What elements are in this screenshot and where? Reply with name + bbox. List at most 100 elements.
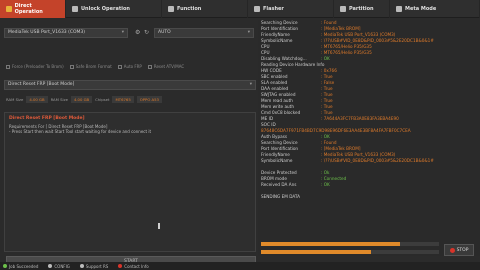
log-value: : True — [321, 92, 333, 97]
log-value: : OK — [321, 56, 330, 61]
tab-label: Partition — [349, 6, 374, 12]
log-value: : True — [321, 98, 333, 103]
progress-bar-2 — [261, 250, 439, 254]
log-key: SENDING EM DATA — [261, 194, 300, 199]
operation-select[interactable]: Direct Reset FRP [Boot Mode] ▾ — [4, 80, 256, 90]
operation-panel: Direct Reset FRP [Boot Mode] Requirement… — [4, 112, 256, 252]
partition-icon — [340, 6, 346, 12]
status-bar: Job Succeeded CONFIG Support RS Contact … — [0, 262, 480, 270]
checkbox-box — [6, 64, 10, 69]
status-job: Job Succeeded — [3, 264, 38, 269]
status-dot-icon — [3, 264, 7, 268]
stop-button[interactable]: STOP — [444, 244, 474, 256]
tab-function[interactable]: Function — [162, 0, 248, 18]
log-value: : True — [321, 86, 333, 91]
info-value: 4.00 GB — [26, 96, 48, 103]
contact-icon — [118, 264, 123, 268]
gear-icon — [168, 6, 174, 12]
info-value: OPPO A53 — [136, 96, 162, 103]
info-value: 4.00 GB — [70, 96, 93, 103]
checkbox-force[interactable]: Force (Preloader To Brom) — [6, 64, 64, 69]
tab-label: Function — [177, 6, 202, 12]
lightning-icon — [6, 6, 12, 12]
settings-icon[interactable]: ⚙ — [135, 30, 141, 36]
checkbox-label: Safe Brom Format — [75, 64, 112, 69]
status-label: Support RS — [85, 263, 109, 269]
log-value: : \??\USB#VID_0E8D&PID_0003#5&2E20DC1B&0… — [321, 38, 434, 43]
tab-meta-mode[interactable]: Meta Mode — [390, 0, 480, 18]
checkbox-label: Auto FRP — [123, 64, 142, 69]
checkbox-box — [117, 64, 122, 69]
checkbox-label: Reset ATV/MAC — [153, 64, 185, 69]
config-icon — [48, 264, 53, 268]
checkbox-box — [69, 64, 74, 69]
status-label: Contact Info — [124, 263, 149, 269]
progress-bar-1 — [261, 242, 439, 246]
progress-fill — [261, 250, 372, 254]
mouse-cursor — [158, 223, 160, 229]
tab-label: Meta Mode — [405, 6, 437, 12]
status-contact[interactable]: Contact Info — [118, 263, 149, 269]
status-support[interactable]: Support RS — [79, 263, 109, 269]
chevron-down-icon: ▾ — [121, 30, 124, 35]
tab-partition[interactable]: Partition — [334, 0, 390, 18]
log-value: : 0x766 — [321, 68, 337, 73]
support-icon — [79, 264, 84, 268]
log-value: : Connected — [321, 176, 347, 181]
log-value: : [MediaTek BROM] — [321, 146, 361, 151]
status-label: Job Succeeded — [9, 263, 39, 269]
checkbox-box — [147, 64, 152, 69]
log-value: : True — [321, 74, 333, 79]
device-info-row: RAM Size 4.00 GB RAM Size 4.00 GB Chipset M… — [6, 96, 162, 103]
refresh-icon[interactable]: ↻ — [144, 30, 150, 36]
log-value: : True — [321, 104, 333, 109]
mode-select-value: AUTO — [158, 30, 171, 35]
log-value: : OK — [321, 182, 330, 187]
log-value: : MediaTek USB Port_V1633 (COM3) — [321, 152, 396, 157]
log-value: : 7A644A3FC7FB3A0E83FA3EBA4E90 — [321, 116, 399, 121]
info-label: RAM Size — [6, 97, 24, 102]
mode-select[interactable]: AUTO ▾ — [154, 28, 254, 38]
checkbox-safe-format[interactable]: Safe Brom Format — [69, 64, 112, 69]
operation-select-value: Direct Reset FRP [Boot Mode] — [8, 82, 75, 87]
log-value: : MT6765/Helio P35/G35 — [321, 44, 372, 49]
log-value: : Found — [321, 20, 337, 25]
log-pane: Searching Device: Found Port Identificati… — [258, 20, 480, 256]
chip-icon — [396, 6, 402, 12]
lock-icon — [72, 6, 78, 12]
tab-label: Direct Operation — [14, 3, 43, 15]
flash-icon — [254, 6, 260, 12]
tab-label: Flasher — [263, 6, 284, 12]
panel-line: - Press Start then wait Start Tool start… — [9, 129, 152, 134]
tab-unlock-operation[interactable]: Unlock Operation — [66, 0, 162, 18]
log-value: 87648C6DA7F971FB4BD7C9D98E96DF6E3AA4E3BF… — [261, 128, 411, 133]
checkbox-auto-frp[interactable]: Auto FRP — [117, 64, 142, 69]
left-pane: MediaTek USB Port_V1633 (COM3) ▾ ⚙ ↻ AUT… — [2, 20, 258, 268]
log-output: Searching Device: Found Port Identificati… — [261, 20, 479, 200]
progress-fill — [261, 242, 400, 246]
log-value: : MT6765/Helio P35/G35 — [321, 50, 372, 55]
tab-direct-operation[interactable]: Direct Operation — [0, 0, 66, 18]
panel-title: Direct Reset FRP [Boot Mode] — [9, 116, 85, 121]
log-line: SENDING EM DATA — [261, 194, 479, 200]
port-select[interactable]: MediaTek USB Port_V1633 (COM3) ▾ — [4, 28, 128, 38]
info-value: MT6765 — [112, 96, 134, 103]
log-value: : Found — [321, 140, 337, 145]
checkbox-reset[interactable]: Reset ATV/MAC — [147, 64, 185, 69]
checkbox-label: Force (Preloader To Brom) — [12, 64, 64, 69]
chevron-down-icon: ▾ — [249, 82, 252, 87]
tab-flasher[interactable]: Flasher — [248, 0, 334, 18]
port-select-value: MediaTek USB Port_V1633 (COM3) — [8, 30, 86, 35]
log-value: : False — [321, 80, 335, 85]
info-label: RAM Size — [50, 97, 68, 102]
stop-icon — [449, 247, 455, 253]
log-value: : MediaTek USB Port_V1633 (COM3) — [321, 32, 396, 37]
tab-label: Unlock Operation — [81, 6, 130, 12]
log-value: : Ok — [321, 170, 330, 175]
status-config[interactable]: CONFIG — [48, 264, 70, 269]
options-row: Force (Preloader To Brom) Safe Brom Form… — [6, 64, 184, 69]
info-label: Chipset — [95, 97, 110, 102]
log-value: : \??\USB#VID_0E8D&PID_0003#5&2E20DC1B&0… — [321, 158, 434, 163]
chevron-down-icon: ▾ — [247, 30, 250, 35]
log-value: : True — [321, 110, 333, 115]
